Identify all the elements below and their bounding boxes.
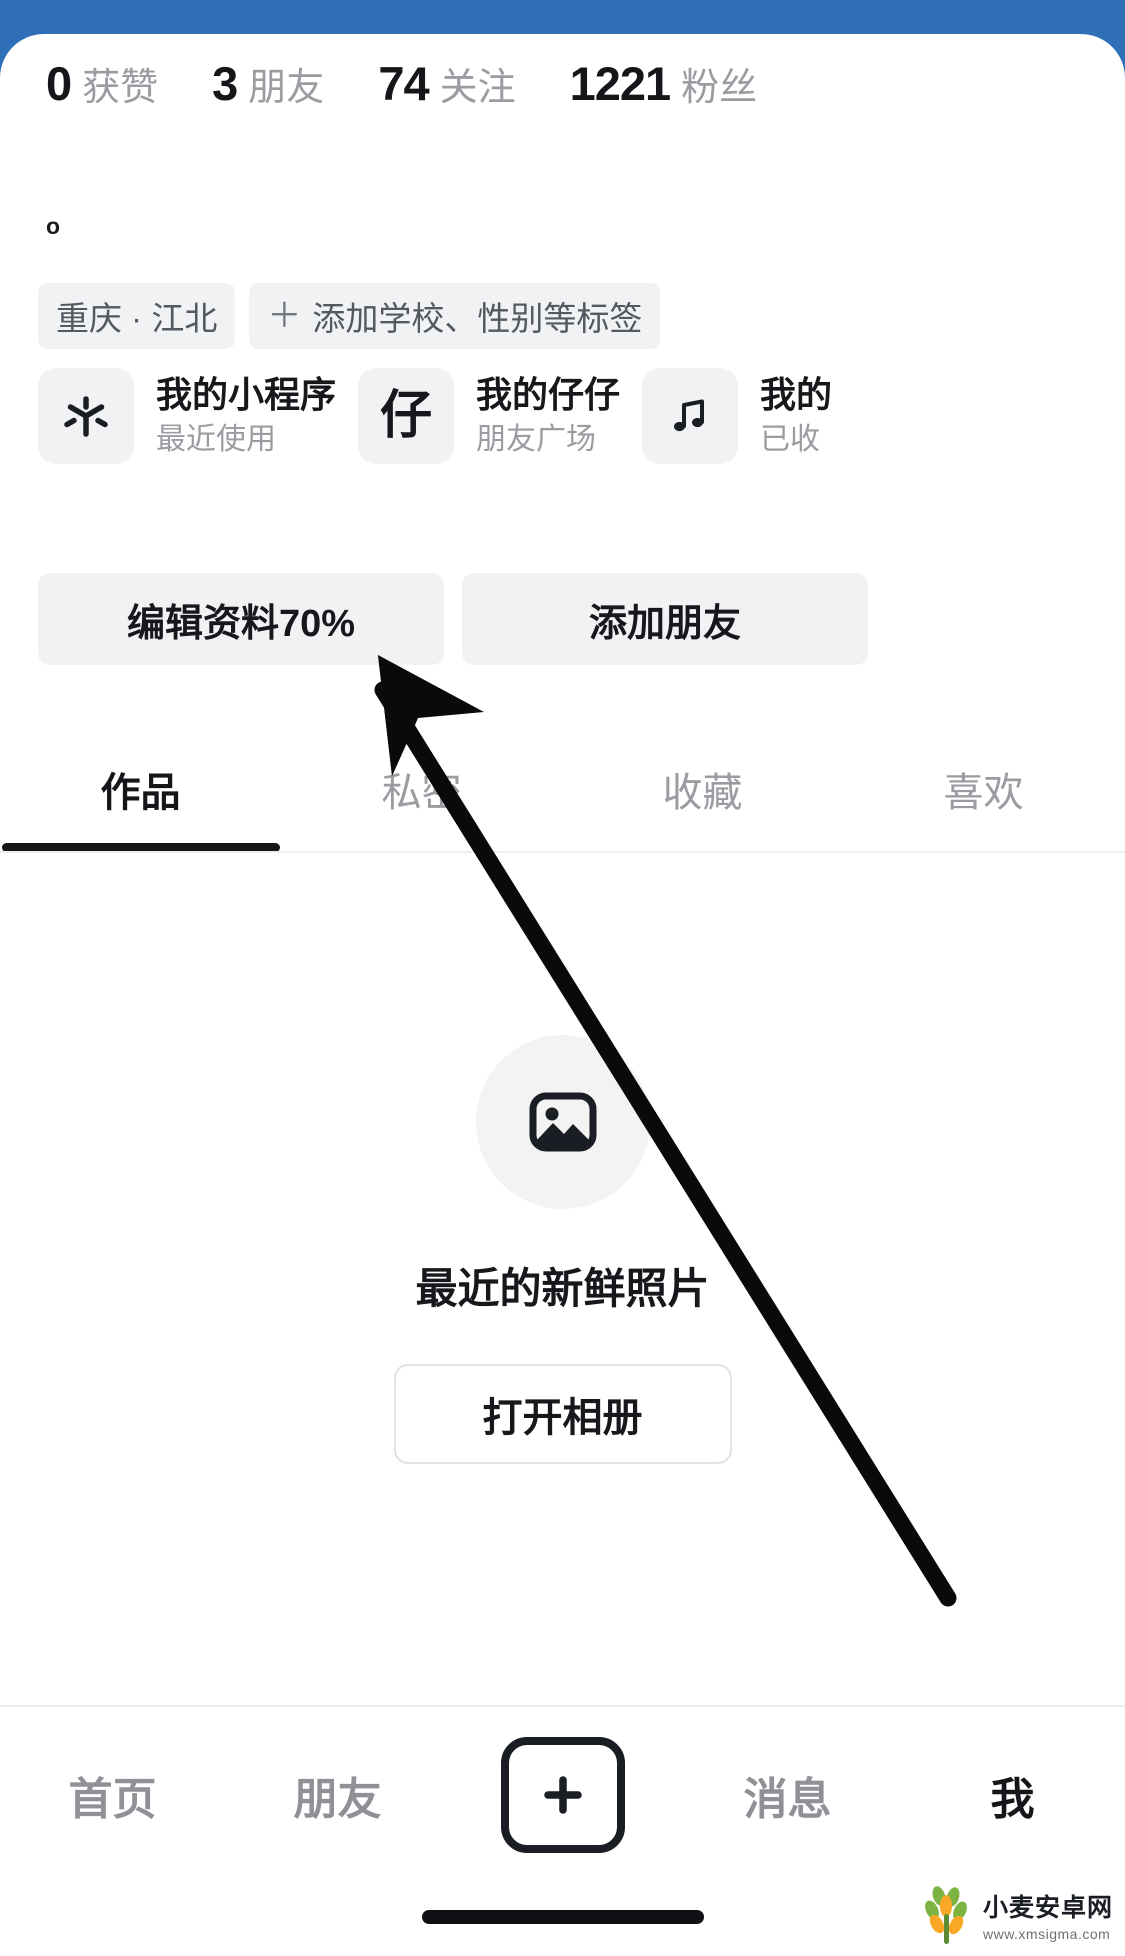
phone-screen: 0 获赞 3 朋友 74 关注 1221 粉丝 o 重庆 · 江北 ＋ 添加学校… xyxy=(0,0,1125,1956)
mini-card-music-text: 我的 已收 xyxy=(760,374,832,459)
stat-following-label: 关注 xyxy=(439,67,516,109)
home-indicator xyxy=(421,1910,704,1924)
open-album-button[interactable]: 打开相册 xyxy=(393,1364,732,1464)
stat-friends-value: 3 xyxy=(212,57,238,110)
profile-actions-row: 编辑资料70% 添加朋友 xyxy=(38,573,868,665)
stat-followers-label: 粉丝 xyxy=(681,67,758,109)
nav-friends[interactable]: 朋友 xyxy=(225,1763,450,1827)
add-tag[interactable]: ＋ 添加学校、性别等标签 xyxy=(249,283,661,349)
wheat-logo-icon xyxy=(925,1886,967,1944)
watermark-text: 小麦安卓网 www.xmsigma.com xyxy=(983,1888,1113,1942)
music-icon xyxy=(642,368,739,464)
mini-card-music-title: 我的 xyxy=(760,373,833,415)
nav-home[interactable]: 首页 xyxy=(0,1763,225,1827)
tab-works[interactable]: 作品 xyxy=(0,760,281,852)
mini-card-music[interactable]: 我的 已收 xyxy=(642,368,832,464)
tab-likes[interactable]: 喜欢 xyxy=(843,760,1124,852)
mini-app-cards-row: 我的小程序 最近使用 仔 我的仔仔 朋友广场 我的 已收 xyxy=(38,368,854,464)
mini-card-music-subtitle: 已收 xyxy=(760,422,821,456)
zaizai-icon: 仔 xyxy=(358,368,455,464)
empty-state-text: 最近的新鲜照片 xyxy=(415,1265,710,1312)
stat-likes[interactable]: 0 获赞 xyxy=(46,56,158,111)
tabs-divider xyxy=(0,851,1125,853)
mini-card-zaizai-title: 我的仔仔 xyxy=(476,373,621,415)
bottom-nav: 首页 朋友 消息 我 xyxy=(0,1707,1125,1882)
plus-icon: ＋ xyxy=(267,297,302,335)
nav-create[interactable] xyxy=(450,1736,675,1853)
tab-private[interactable]: 私密 xyxy=(281,760,562,852)
add-tag-label: 添加学校、性别等标签 xyxy=(312,300,643,337)
mini-card-zaizai-subtitle: 朋友广场 xyxy=(476,422,597,456)
profile-bio[interactable]: o xyxy=(46,215,60,238)
nav-me[interactable]: 我 xyxy=(900,1763,1125,1827)
stat-following[interactable]: 74 关注 xyxy=(378,56,515,111)
stat-friends[interactable]: 3 朋友 xyxy=(212,56,324,111)
location-tag[interactable]: 重庆 · 江北 xyxy=(38,283,236,349)
mini-card-miniprogram-subtitle: 最近使用 xyxy=(156,422,276,456)
plus-icon xyxy=(500,1736,625,1853)
mini-card-miniprogram-title: 我的小程序 xyxy=(156,373,337,415)
zaizai-glyph: 仔 xyxy=(380,387,433,445)
profile-stats-row: 0 获赞 3 朋友 74 关注 1221 粉丝 xyxy=(0,56,1125,111)
watermark: 小麦安卓网 www.xmsigma.com xyxy=(919,1884,1113,1946)
empty-state: 最近的新鲜照片 打开相册 xyxy=(0,1035,1125,1464)
mini-card-zaizai[interactable]: 仔 我的仔仔 朋友广场 xyxy=(358,368,620,464)
stat-following-value: 74 xyxy=(378,57,429,110)
watermark-title: 小麦安卓网 xyxy=(982,1894,1113,1922)
mini-card-miniprogram[interactable]: 我的小程序 最近使用 xyxy=(38,368,336,464)
mini-card-zaizai-text: 我的仔仔 朋友广场 xyxy=(476,374,620,459)
image-placeholder-icon xyxy=(475,1035,650,1209)
stat-followers-value: 1221 xyxy=(569,57,672,110)
edit-profile-button[interactable]: 编辑资料70% xyxy=(38,573,444,665)
nav-messages[interactable]: 消息 xyxy=(675,1763,900,1827)
watermark-url: www.xmsigma.com xyxy=(982,1926,1111,1942)
tab-collections[interactable]: 收藏 xyxy=(562,760,843,852)
asterisk-icon xyxy=(38,368,134,464)
add-friend-button[interactable]: 添加朋友 xyxy=(462,573,868,665)
profile-tags-row: 重庆 · 江北 ＋ 添加学校、性别等标签 xyxy=(38,283,674,349)
location-tag-label: 重庆 · 江北 xyxy=(56,300,218,337)
mini-card-miniprogram-text: 我的小程序 最近使用 xyxy=(156,374,336,459)
stat-friends-label: 朋友 xyxy=(248,67,325,109)
stat-followers[interactable]: 1221 粉丝 xyxy=(570,56,758,111)
stat-likes-value: 0 xyxy=(46,57,72,110)
content-tabs: 作品 私密 收藏 喜欢 xyxy=(0,760,1125,852)
stat-likes-label: 获赞 xyxy=(82,67,159,109)
